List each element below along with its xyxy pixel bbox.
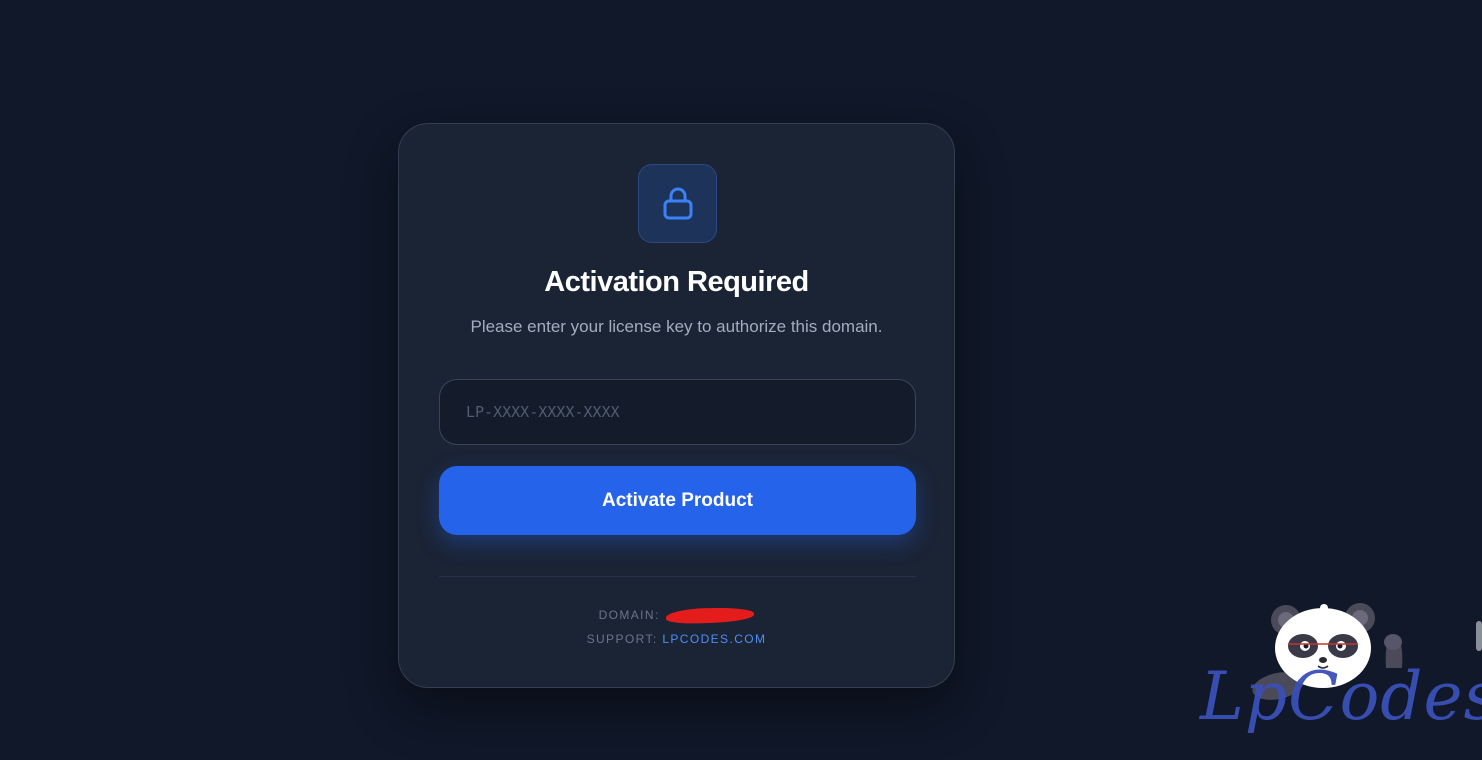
page-title: Activation Required — [544, 266, 809, 298]
divider — [439, 576, 916, 577]
page-subtitle: Please enter your license key to authori… — [470, 317, 883, 336]
activation-card: Activation Required Please enter your li… — [398, 123, 955, 688]
support-link[interactable]: LPCODES.COM — [662, 632, 766, 646]
lpcodes-watermark: LpCodes — [1190, 598, 1482, 760]
domain-label: DOMAIN: — [598, 608, 660, 622]
page: Activation Required Please enter your li… — [0, 0, 1482, 760]
license-key-input[interactable] — [439, 379, 916, 445]
activate-product-button[interactable]: Activate Product — [439, 466, 916, 535]
watermark-text: LpCodes — [1200, 658, 1482, 735]
support-label: SUPPORT: — [586, 632, 658, 646]
support-line: SUPPORT: LPCODES.COM — [399, 632, 954, 646]
domain-line: DOMAIN: — [399, 606, 954, 625]
domain-value-redacted — [666, 606, 755, 625]
lock-icon — [660, 185, 696, 223]
lock-badge — [638, 164, 717, 243]
